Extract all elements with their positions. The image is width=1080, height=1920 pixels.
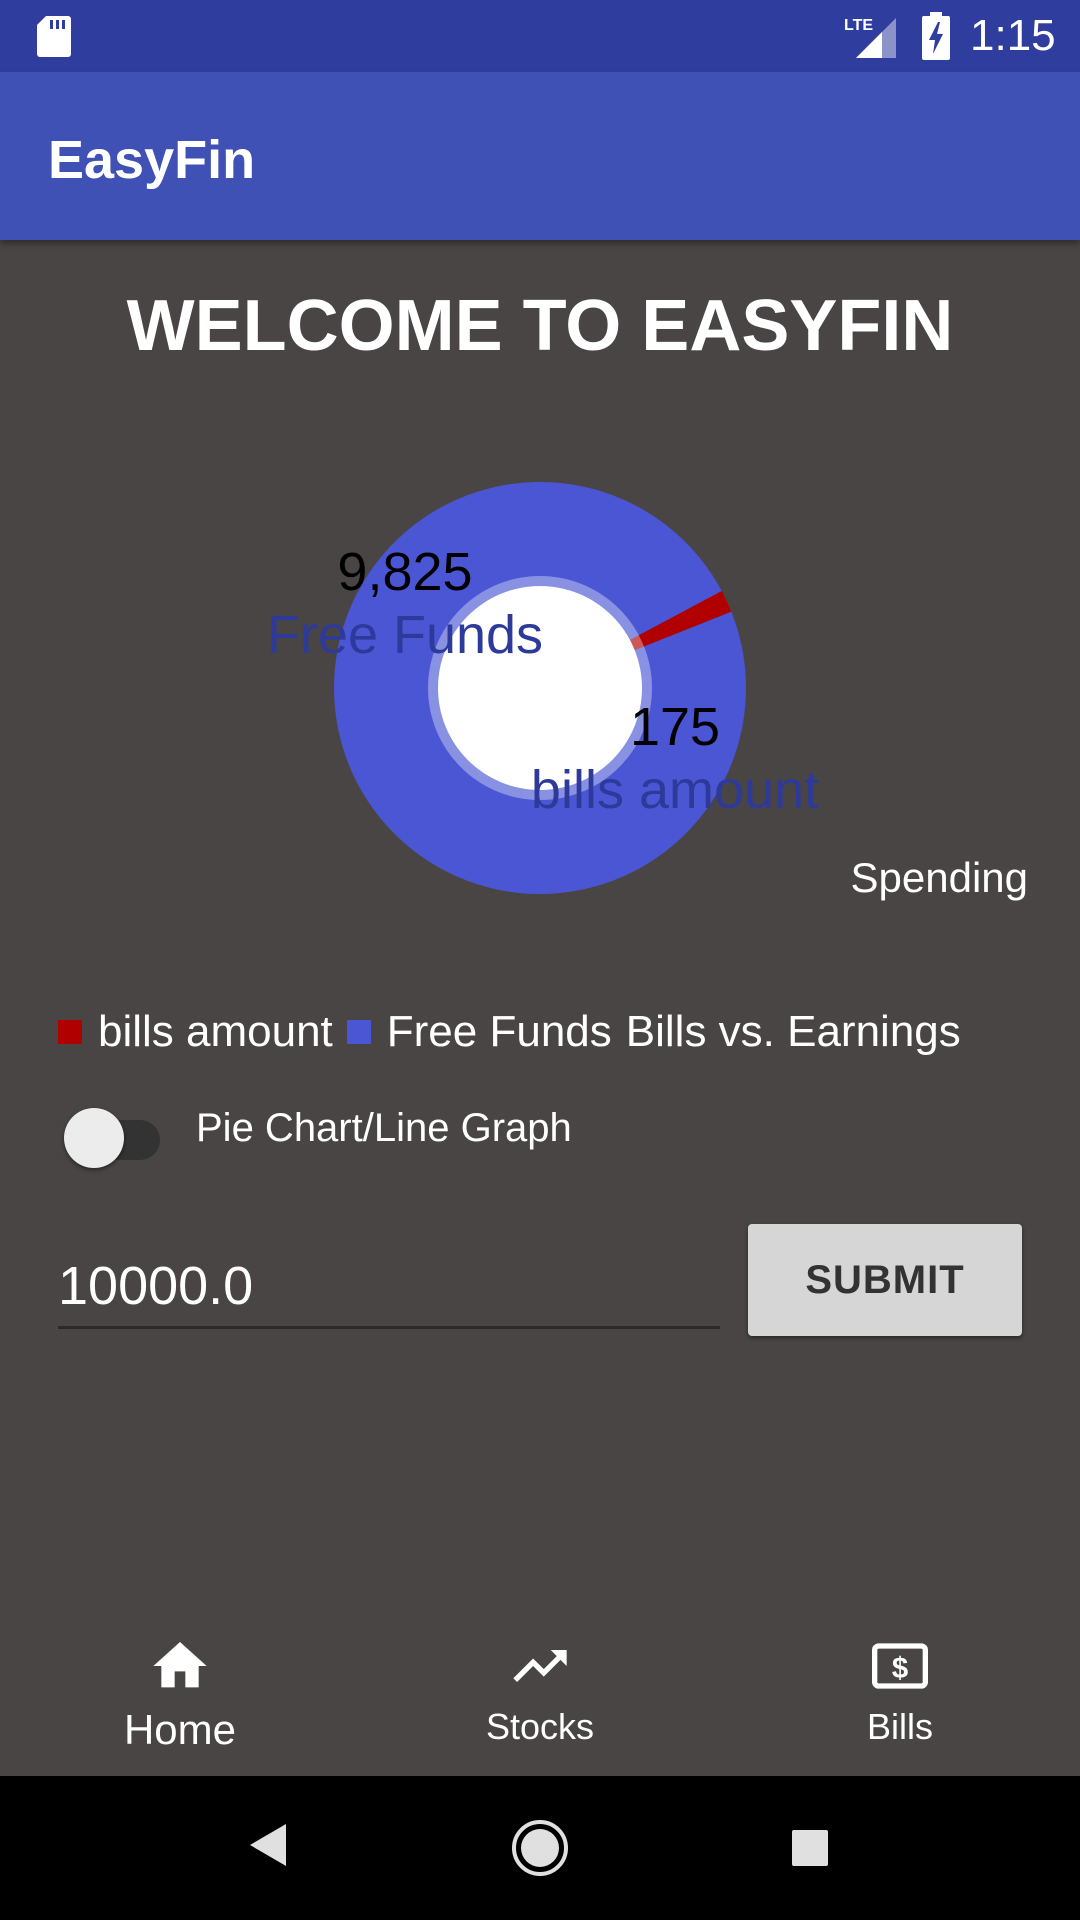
status-time: 1:15 (970, 11, 1056, 60)
legend-label-free-funds: Free Funds (386, 1007, 612, 1056)
trending-up-icon (513, 1650, 567, 1682)
chart-description: Bills vs. Earnings (625, 1007, 961, 1056)
home-icon (153, 1642, 207, 1688)
recents-icon[interactable] (790, 1828, 830, 1868)
app-title: EasyFin (48, 130, 256, 190)
svg-text:$: $ (892, 1652, 908, 1685)
nav-label-home: Home (123, 1706, 237, 1753)
nav-item-home[interactable]: Home (0, 1610, 360, 1776)
nav-label-stocks: Stocks (485, 1706, 595, 1747)
slice-name-label: Free Funds (267, 605, 543, 665)
nav-item-stocks[interactable]: Stocks (360, 1610, 720, 1776)
app-bar: EasyFin (0, 72, 1080, 240)
nav-label-bills: Bills (866, 1706, 933, 1747)
chart-type-toggle[interactable] (64, 1104, 164, 1168)
submit-button[interactable]: SUBMIT (748, 1224, 1022, 1336)
sd-card-icon (37, 16, 71, 57)
slice-value-label: 175 (630, 697, 720, 757)
bottom-navigation: Home Stocks $ Bills (0, 1610, 1080, 1776)
toggle-thumb[interactable] (64, 1108, 124, 1168)
lte-signal-icon: LTE (844, 17, 896, 58)
home-circle-icon[interactable] (510, 1818, 570, 1878)
slice-name-label: bills amount (531, 760, 819, 820)
amount-input[interactable] (58, 1246, 720, 1329)
status-bar: LTE 1:15 (0, 0, 1080, 72)
legend-swatch-bills (58, 1020, 82, 1044)
welcome-heading: WELCOME TO EASYFIN (126, 286, 954, 366)
svg-text:LTE: LTE (844, 17, 873, 34)
legend-swatch-free-funds (346, 1020, 371, 1044)
spending-pie-chart[interactable]: 9,825 Free Funds 175 bills amount Spendi… (0, 440, 1080, 940)
system-navigation-bar (0, 1776, 1080, 1920)
chart-center-text: Spending (851, 854, 1029, 901)
battery-charging-icon (922, 12, 950, 60)
legend-label-bills: bills amount (98, 1007, 333, 1056)
chart-legend: bills amount Free Funds Bills vs. Earnin… (58, 1004, 975, 1060)
back-icon[interactable] (246, 1820, 290, 1870)
toggle-label: Pie Chart/Line Graph (196, 1106, 572, 1150)
nav-item-bills[interactable]: $ Bills (720, 1610, 1080, 1776)
dollar-bill-icon: $ (872, 1643, 928, 1689)
slice-value-label: 9,825 (337, 542, 472, 602)
